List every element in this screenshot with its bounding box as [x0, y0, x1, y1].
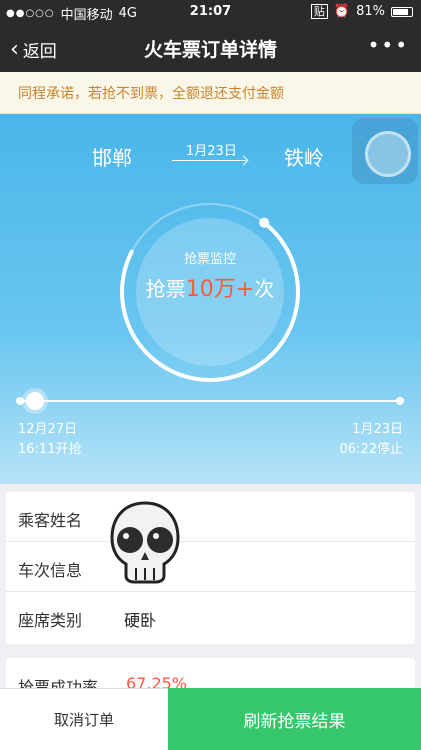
cancel-order-button[interactable]: 取消订单 — [0, 688, 168, 750]
battery-icon — [391, 6, 413, 17]
train-row: 车次信息 — [6, 542, 415, 592]
order-details-card: 乘客姓名 车次信息 座席类别 硬卧 — [6, 492, 415, 644]
grab-timeline — [16, 392, 404, 410]
more-options-button[interactable]: ••• — [368, 33, 409, 57]
departure-city: 邯郸 — [92, 146, 132, 170]
timeline-end: 1月23日 06:22停止 — [340, 420, 403, 460]
passenger-row: 乘客姓名 — [6, 492, 415, 542]
monitor-count-prefix: 抢票 — [145, 277, 186, 301]
monitor-progress-dot — [259, 217, 270, 228]
route-arrow-icon — [172, 160, 246, 161]
skull-sticker-icon — [110, 501, 180, 584]
seat-label: 座席类别 — [18, 611, 83, 630]
status-bar: ●●○○○ 中国移动 4G 21:07 贴 ⏰ 81% — [0, 0, 421, 24]
bottom-action-bar: 取消订单 刷新抢票结果 — [0, 688, 421, 750]
monitor-label: 抢票监控 — [183, 252, 236, 267]
monitor-text: 抢票监控 抢票10万+次 — [130, 248, 290, 303]
back-label: 返回 — [22, 42, 57, 62]
page-title: 火车票订单详情 — [143, 39, 277, 61]
timeline-current-knob — [26, 392, 44, 410]
nav-bar: ‹ 返回 火车票订单详情 ••• — [0, 24, 421, 72]
timeline-end-dot — [396, 397, 404, 405]
travel-date: 1月23日 — [186, 144, 237, 159]
seat-value: 硬卧 — [124, 611, 157, 630]
chevron-left-icon: ‹ — [10, 36, 19, 62]
back-button[interactable]: ‹ 返回 — [10, 37, 57, 62]
seat-row: 座席类别 硬卧 — [6, 592, 415, 642]
timeline-end-time: 06:22停止 — [339, 442, 403, 457]
battery-percent: 81% — [356, 4, 385, 19]
monitor-count-number: 10万+ — [185, 277, 255, 302]
monitor-count: 抢票10万+次 — [130, 271, 290, 303]
passenger-label: 乘客姓名 — [18, 511, 83, 530]
timeline-start-time: 16:11开抢 — [18, 442, 82, 457]
alarm-icon: ⏰ — [333, 4, 351, 19]
refresh-result-button[interactable]: 刷新抢票结果 — [168, 688, 421, 750]
floating-assistive-button[interactable] — [352, 118, 418, 184]
timeline-start-date: 12月27日 — [18, 422, 78, 437]
monitor-count-suffix: 次 — [254, 277, 275, 301]
ticket-monitor-panel: 邯郸 1月23日 铁岭 抢票监控 抢票10万+次 12月27日 16:11开抢 … — [0, 114, 421, 484]
timeline-start-dot — [16, 397, 24, 405]
arrival-city: 铁岭 — [284, 146, 324, 170]
refund-notice: 同程承诺，若抢不到票，全额退还支付金额 — [0, 72, 421, 114]
paste-badge-icon: 贴 — [310, 4, 328, 19]
timeline-start: 12月27日 16:11开抢 — [18, 420, 81, 460]
train-label: 车次信息 — [18, 561, 83, 580]
timeline-end-date: 1月23日 — [352, 422, 403, 437]
